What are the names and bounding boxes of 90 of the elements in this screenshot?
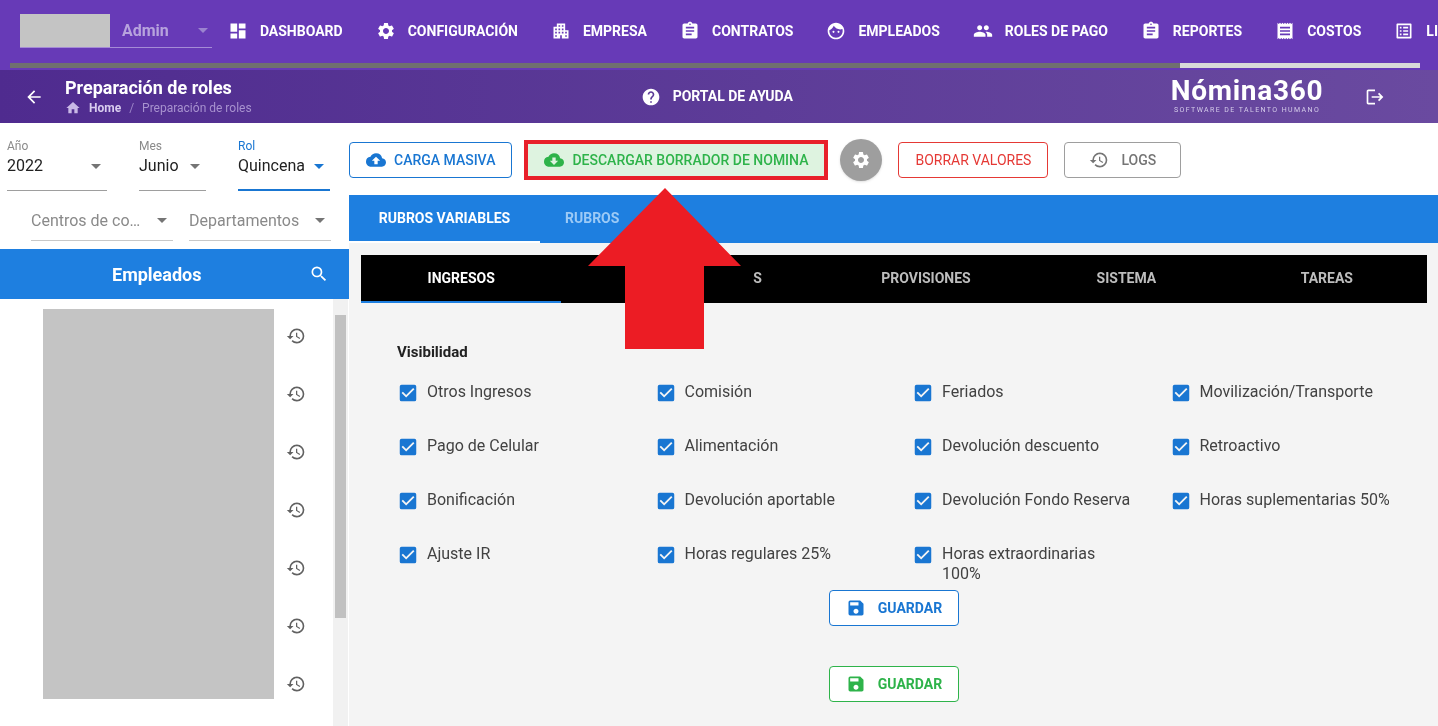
checkbox-label: Horas suplementarias 50%: [1199, 490, 1390, 510]
history-icon[interactable]: [286, 384, 306, 404]
caret-icon: [314, 163, 324, 169]
checkbox-label: Movilización/Transporte: [1199, 382, 1373, 402]
checkbox[interactable]: [397, 436, 419, 458]
breadcrumb-current: Preparación de roles: [142, 99, 252, 117]
logs-button[interactable]: LOGS: [1064, 142, 1182, 178]
home-icon: [65, 99, 81, 116]
history-icon[interactable]: [286, 674, 306, 694]
breadcrumb-separator: /: [129, 99, 135, 117]
field-label: Mes: [139, 139, 164, 153]
checkbox-label: Pago de Celular: [427, 436, 539, 456]
cloud-upload-icon: [366, 150, 386, 170]
caret-icon: [190, 163, 200, 169]
select-field[interactable]: Rol Quincena: [238, 139, 330, 191]
field-placeholder: Centros de co…: [31, 209, 141, 232]
settings-icon: [375, 21, 396, 41]
caret-icon: [197, 28, 208, 33]
user-role: Admin: [122, 19, 169, 42]
subtab[interactable]: S: [753, 267, 762, 289]
checkbox[interactable]: [397, 544, 419, 566]
field-value: 2022: [7, 155, 43, 177]
checkbox[interactable]: [397, 490, 419, 512]
checkbox-label: Otros Ingresos: [427, 382, 532, 402]
caret-icon: [315, 218, 325, 223]
subtab[interactable]: PROVISIONES: [881, 267, 971, 289]
select-field[interactable]: Mes Junio: [139, 139, 206, 191]
logo: Nómina360: [1170, 77, 1324, 106]
checkbox-label: Retroactivo: [1199, 436, 1281, 456]
page-title: Preparación de roles: [65, 76, 233, 99]
select-field[interactable]: Departamentos: [189, 201, 331, 241]
checkbox-label: Devolución aportable: [684, 490, 835, 510]
search-icon[interactable]: [309, 264, 329, 284]
subtab[interactable]: SISTEMA: [1096, 267, 1157, 289]
field-label: Rol: [238, 139, 257, 153]
subtab[interactable]: TAREAS: [1300, 267, 1353, 289]
delete-values-button[interactable]: BORRAR VALORES: [898, 142, 1049, 178]
checkbox[interactable]: [397, 382, 419, 404]
checkbox-label: Ajuste IR: [427, 544, 491, 564]
checkbox-label: Alimentación: [684, 436, 779, 456]
face-icon: [826, 21, 847, 41]
nav-link[interactable]: ROLES DE PAGO: [972, 20, 1108, 42]
settings-button[interactable]: [840, 139, 883, 181]
history-icon[interactable]: [286, 500, 306, 520]
checkbox-label: Horas regulares 25%: [684, 544, 831, 564]
clipboard-icon: [680, 21, 700, 41]
section-title: Visibilidad: [397, 343, 468, 361]
field-placeholder: Departamentos: [189, 209, 300, 232]
checkbox-label: Comisión: [684, 382, 753, 402]
help-link[interactable]: PORTAL DE AYUDA: [640, 86, 793, 107]
subtab[interactable]: INGRESOS: [427, 267, 495, 289]
checkbox[interactable]: [912, 490, 934, 512]
field-value: Quincena: [238, 155, 305, 177]
scrollbar-thumb[interactable]: [335, 315, 346, 618]
list-icon: [1394, 21, 1415, 41]
checkbox[interactable]: [912, 436, 934, 458]
upload-button[interactable]: CARGA MASIVA: [349, 142, 513, 178]
invoice-icon: [1275, 21, 1296, 41]
field-value: Junio: [139, 155, 179, 177]
caret-icon: [91, 163, 101, 169]
nav-link[interactable]: DASHBOARD: [227, 20, 343, 42]
nav-link[interactable]: REPORTES: [1140, 20, 1243, 42]
select-field[interactable]: Año 2022: [7, 139, 107, 191]
cloud-download-icon: [544, 150, 565, 170]
history-icon[interactable]: [286, 442, 306, 462]
checkbox-label: Devolución descuento: [942, 436, 1100, 456]
select-field[interactable]: Centros de co…: [31, 201, 173, 241]
employees-title: Empleados: [112, 262, 202, 287]
breadcrumb-link[interactable]: Home: [89, 98, 122, 117]
nav-link[interactable]: EMPRESA: [550, 20, 647, 42]
checkbox-label: Devolución Fondo Reserva: [942, 490, 1131, 510]
checkbox-label: Bonificación: [427, 490, 515, 510]
settings-icon: [851, 150, 872, 170]
field-label: Año: [7, 139, 30, 153]
history-icon[interactable]: [286, 616, 306, 636]
history-icon[interactable]: [286, 558, 306, 578]
history-icon: [1089, 150, 1110, 170]
history-icon[interactable]: [286, 326, 306, 346]
nav-link[interactable]: EMPLEADOS: [826, 20, 940, 42]
nav-link[interactable]: COSTOS: [1275, 20, 1362, 42]
nav-link[interactable]: LI: [1394, 20, 1438, 42]
caret-icon: [157, 218, 167, 223]
checkbox[interactable]: [912, 382, 934, 404]
checkbox-label: Horas extraordinarias 100%: [942, 544, 1097, 584]
checkbox-label: Feriados: [942, 382, 1004, 402]
save-button[interactable]: GUARDAR: [829, 590, 959, 626]
checkbox[interactable]: [912, 544, 934, 566]
help-icon: [640, 86, 661, 107]
nav-link[interactable]: CONFIGURACIÓN: [375, 20, 518, 42]
nav-link[interactable]: CONTRATOS: [680, 20, 794, 42]
